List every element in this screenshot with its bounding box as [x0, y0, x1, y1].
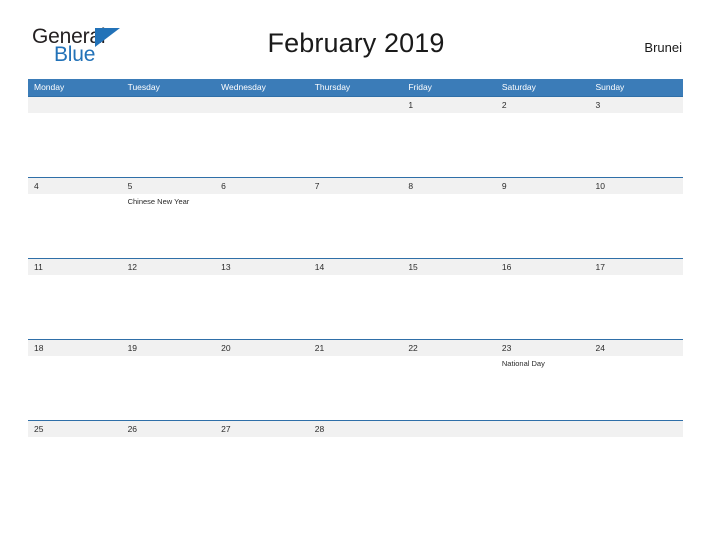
event-label: Chinese New Year — [127, 197, 190, 206]
day-cell[interactable] — [28, 437, 122, 501]
date-number[interactable]: 7 — [309, 178, 403, 194]
date-number[interactable]: 12 — [122, 259, 216, 275]
day-cell[interactable]: National Day — [496, 356, 590, 420]
date-number[interactable]: 16 — [496, 259, 590, 275]
date-number[interactable] — [215, 97, 309, 113]
date-number[interactable]: 20 — [215, 340, 309, 356]
date-number[interactable] — [309, 97, 403, 113]
day-cell[interactable] — [402, 356, 496, 420]
calendar-grid: Monday Tuesday Wednesday Thursday Friday… — [28, 79, 683, 501]
weekday-header-monday: Monday — [34, 82, 65, 92]
weekday-header-friday: Friday — [408, 82, 432, 92]
week-date-band: 4 5 6 7 8 9 10 — [28, 178, 683, 194]
day-cell[interactable] — [496, 194, 590, 258]
event-label: National Day — [501, 359, 545, 368]
day-cell[interactable] — [309, 437, 403, 501]
date-number[interactable]: 21 — [309, 340, 403, 356]
day-cell[interactable] — [215, 113, 309, 177]
week-event-band — [28, 437, 683, 501]
day-cell[interactable] — [122, 437, 216, 501]
day-cell[interactable] — [215, 356, 309, 420]
date-number[interactable]: 22 — [402, 340, 496, 356]
weekday-header-tuesday: Tuesday — [127, 82, 160, 92]
date-number[interactable]: 25 — [28, 421, 122, 437]
week-date-band: 18 19 20 21 22 23 24 — [28, 340, 683, 356]
day-cell[interactable] — [215, 275, 309, 339]
date-number[interactable]: 13 — [215, 259, 309, 275]
day-cell[interactable] — [496, 113, 590, 177]
date-number[interactable] — [402, 421, 496, 437]
weekday-header-row: Monday Tuesday Wednesday Thursday Friday… — [28, 79, 683, 96]
week-date-band: 11 12 13 14 15 16 17 — [28, 259, 683, 275]
weekday-header-thursday: Thursday — [314, 82, 351, 92]
date-number[interactable]: 24 — [589, 340, 683, 356]
date-number[interactable]: 28 — [309, 421, 403, 437]
week-event-band — [28, 275, 683, 339]
date-number[interactable] — [28, 97, 122, 113]
date-number[interactable]: 15 — [402, 259, 496, 275]
date-number[interactable]: 4 — [28, 178, 122, 194]
day-cell[interactable] — [215, 194, 309, 258]
day-cell[interactable] — [122, 356, 216, 420]
calendar-week-row: 18 19 20 21 22 23 24 National Day — [28, 339, 683, 420]
date-number[interactable]: 3 — [589, 97, 683, 113]
page-title: February 2019 — [267, 28, 445, 58]
day-cell[interactable] — [309, 275, 403, 339]
date-number[interactable]: 23 — [496, 340, 590, 356]
date-number[interactable]: 2 — [496, 97, 590, 113]
date-number[interactable]: 8 — [402, 178, 496, 194]
date-number[interactable]: 27 — [215, 421, 309, 437]
day-cell[interactable] — [122, 113, 216, 177]
date-number[interactable]: 11 — [28, 259, 122, 275]
date-number[interactable]: 5 — [122, 178, 216, 194]
calendar-week-row: 25 26 27 28 — [28, 420, 683, 501]
day-cell[interactable] — [122, 275, 216, 339]
week-event-band: National Day — [28, 356, 683, 420]
date-number[interactable]: 18 — [28, 340, 122, 356]
day-cell[interactable]: Chinese New Year — [122, 194, 216, 258]
weekday-header-wednesday: Wednesday — [221, 82, 266, 92]
calendar-week-row: 11 12 13 14 15 16 17 — [28, 258, 683, 339]
day-cell[interactable] — [496, 275, 590, 339]
day-cell[interactable] — [309, 194, 403, 258]
week-date-band: 1 2 3 — [28, 97, 683, 113]
day-cell[interactable] — [402, 275, 496, 339]
date-number[interactable] — [496, 421, 590, 437]
date-number[interactable]: 6 — [215, 178, 309, 194]
day-cell[interactable] — [402, 113, 496, 177]
date-number[interactable]: 10 — [589, 178, 683, 194]
week-date-band: 25 26 27 28 — [28, 421, 683, 437]
day-cell[interactable] — [309, 113, 403, 177]
day-cell[interactable] — [28, 113, 122, 177]
day-cell[interactable] — [215, 437, 309, 501]
date-number[interactable]: 26 — [122, 421, 216, 437]
day-cell[interactable] — [28, 275, 122, 339]
day-cell[interactable] — [589, 113, 683, 177]
date-number[interactable] — [589, 421, 683, 437]
day-cell[interactable] — [402, 437, 496, 501]
day-cell[interactable] — [589, 356, 683, 420]
date-number[interactable]: 17 — [589, 259, 683, 275]
date-number[interactable]: 9 — [496, 178, 590, 194]
calendar-week-row: 4 5 6 7 8 9 10 Chinese New Year — [28, 177, 683, 258]
day-cell[interactable] — [589, 275, 683, 339]
page-header: General Blue February 2019 Brunei — [0, 0, 712, 65]
day-cell[interactable] — [496, 437, 590, 501]
date-number[interactable] — [122, 97, 216, 113]
date-number[interactable]: 14 — [309, 259, 403, 275]
day-cell[interactable] — [589, 194, 683, 258]
region-label: Brunei — [644, 40, 682, 55]
date-number[interactable]: 1 — [402, 97, 496, 113]
day-cell[interactable] — [28, 194, 122, 258]
day-cell[interactable] — [309, 356, 403, 420]
date-number[interactable]: 19 — [122, 340, 216, 356]
weekday-header-sunday: Sunday — [595, 82, 625, 92]
day-cell[interactable] — [402, 194, 496, 258]
weekday-header-saturday: Saturday — [501, 82, 536, 92]
week-event-band — [28, 113, 683, 177]
calendar-week-row: 1 2 3 — [28, 96, 683, 177]
week-event-band: Chinese New Year — [28, 194, 683, 258]
day-cell[interactable] — [28, 356, 122, 420]
day-cell[interactable] — [589, 437, 683, 501]
